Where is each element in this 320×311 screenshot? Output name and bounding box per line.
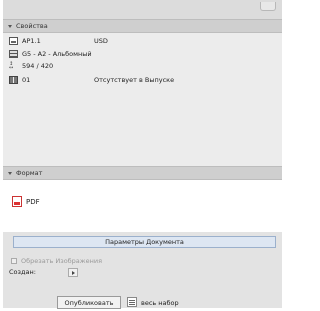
collapse-handle[interactable] <box>260 2 276 11</box>
panel-top-strip <box>3 0 282 20</box>
property-name: 594 / 420 <box>22 62 54 70</box>
format-list[interactable] <box>3 180 282 232</box>
format-item-pdf[interactable]: PDF <box>12 196 40 207</box>
trim-images-checkbox[interactable] <box>11 258 17 264</box>
format-header-label: Формат <box>16 169 43 177</box>
paper-size-icon: ↕ ↔ <box>9 61 14 71</box>
publish-set-icon[interactable] <box>127 297 137 307</box>
book-icon <box>9 76 18 84</box>
collapse-triangle-icon <box>8 24 12 28</box>
property-row[interactable]: 01 Отсутствует в Выпуске <box>9 75 174 85</box>
property-value: Отсутствует в Выпуске <box>94 76 175 84</box>
layout-icon <box>9 50 18 58</box>
format-item-label: PDF <box>26 197 40 206</box>
play-icon[interactable] <box>68 268 78 277</box>
publisher-panel: Свойства AP1.1 USD G5 - A2 - Альбомный ↕… <box>3 0 282 309</box>
create-label: Создан: <box>9 268 36 276</box>
format-section-header[interactable]: Формат <box>3 166 282 180</box>
properties-section-header[interactable]: Свойства <box>3 19 282 33</box>
publish-button[interactable]: Опубликовать <box>57 296 121 309</box>
trim-images-option[interactable]: Обрезать Изображения <box>11 257 102 265</box>
publish-set-label: весь набор <box>141 299 179 307</box>
document-params-button[interactable]: Параметры Документа <box>13 236 276 248</box>
property-value: USD <box>94 37 108 45</box>
properties-header-label: Свойства <box>16 22 48 30</box>
create-row: Создан: <box>9 268 36 276</box>
property-name: 01 <box>22 76 31 84</box>
property-name: G5 - A2 - Альбомный <box>22 50 92 58</box>
property-name: AP1.1 <box>22 37 41 45</box>
collapse-triangle-icon <box>8 171 12 175</box>
pdf-icon <box>12 196 22 207</box>
property-row[interactable]: G5 - A2 - Альбомный <box>9 49 92 59</box>
property-row[interactable]: ↕ ↔ 594 / 420 <box>9 61 53 71</box>
page-icon <box>9 37 18 45</box>
property-row[interactable]: AP1.1 USD <box>9 36 108 46</box>
trim-images-label: Обрезать Изображения <box>21 257 103 265</box>
